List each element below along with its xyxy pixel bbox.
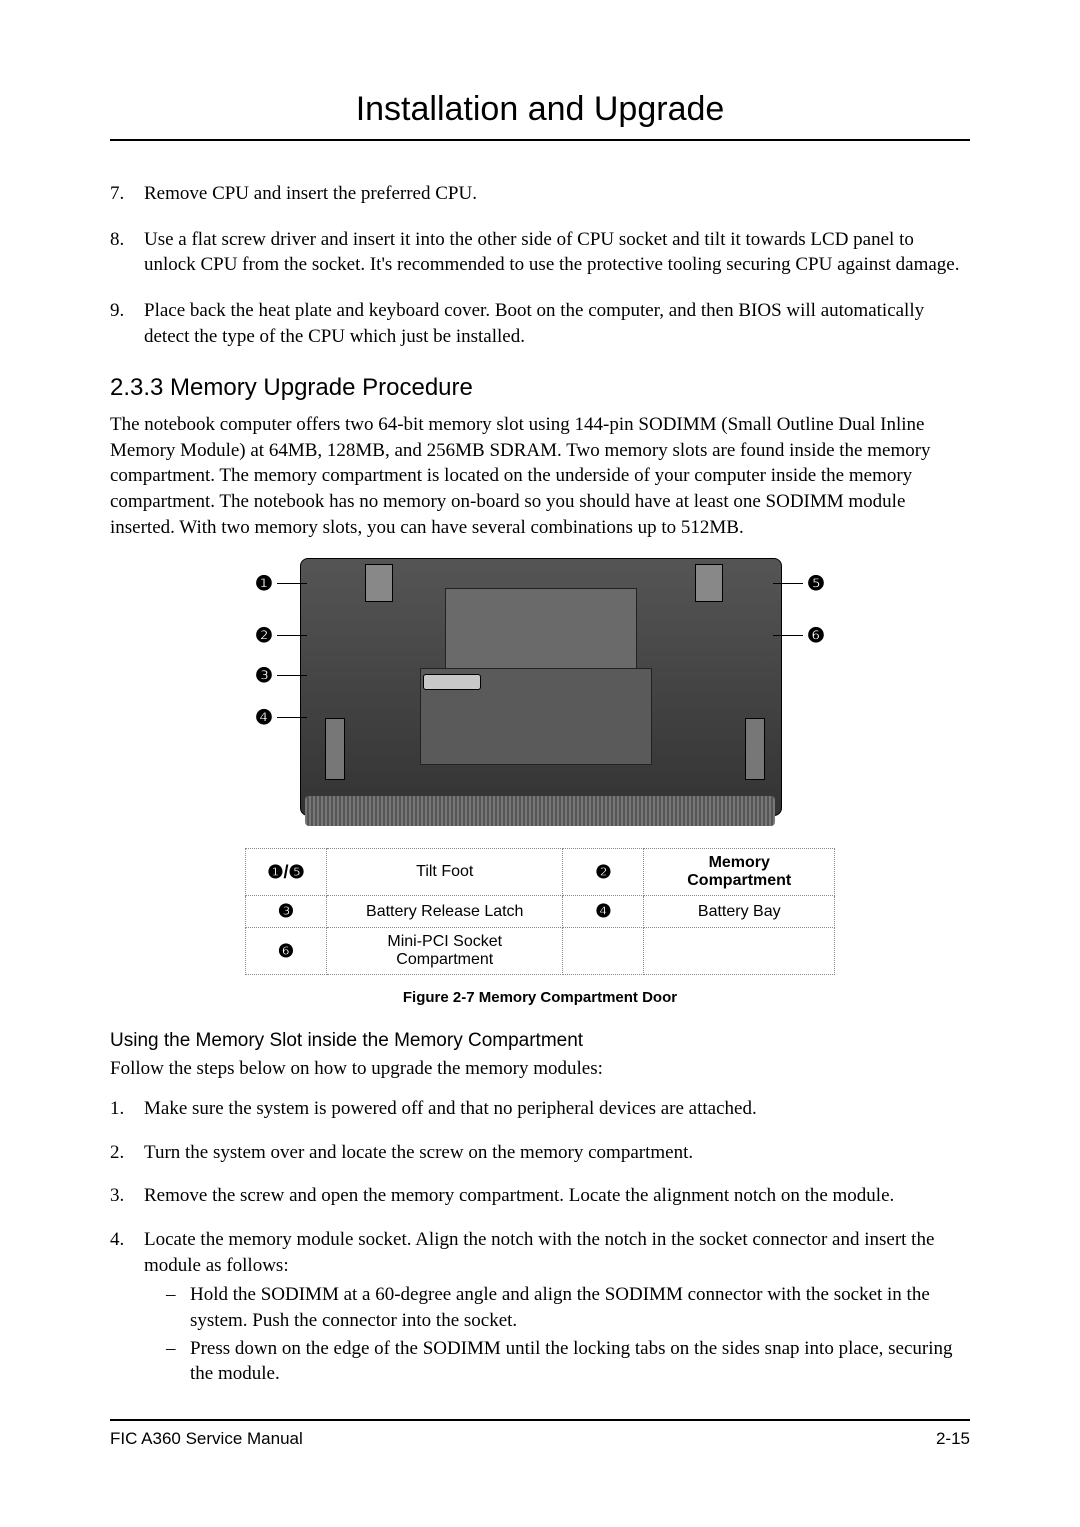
legend-num: ❶/❺: [246, 849, 327, 896]
battery-release-latch: [423, 674, 481, 690]
legend-num: [563, 928, 644, 975]
memory-compartment-cover: [445, 588, 637, 670]
list-item: 1. Make sure the system is powered off a…: [110, 1096, 970, 1122]
sub-intro: Follow the steps below on how to upgrade…: [110, 1056, 970, 1082]
item-text: Locate the memory module socket. Align t…: [144, 1227, 970, 1278]
table-row: ❶/❺ Tilt Foot ❷ Memory Compartment: [246, 849, 835, 896]
list-item: 7. Remove CPU and insert the preferred C…: [110, 181, 970, 207]
sub-list-item: – Press down on the edge of the SODIMM u…: [166, 1336, 970, 1387]
page-title: Installation and Upgrade: [110, 90, 970, 129]
sub-heading: Using the Memory Slot inside the Memory …: [110, 1030, 970, 1052]
header-rule: [110, 139, 970, 141]
table-row: ❸ Battery Release Latch ❹ Battery Bay: [246, 896, 835, 928]
ordered-list: 1. Make sure the system is powered off a…: [110, 1096, 970, 1389]
item-number: 4.: [110, 1227, 144, 1278]
dash-bullet: –: [166, 1282, 190, 1333]
figure-caption: Figure 2-7 Memory Compartment Door: [110, 989, 970, 1006]
dash-bullet: –: [166, 1336, 190, 1387]
callout-5: ❺: [803, 570, 829, 596]
legend-label: [644, 928, 835, 975]
legend-label: Battery Release Latch: [327, 896, 563, 928]
callout-4: ❹: [251, 704, 277, 730]
footer-right: 2-15: [936, 1429, 970, 1449]
item-number: 8.: [110, 227, 144, 278]
laptop-underside-diagram: ❶ ❷ ❸ ❹ ❺ ❻: [245, 558, 835, 838]
item-number: 7.: [110, 181, 144, 207]
tilt-foot-right: [695, 564, 723, 602]
sub-list: – Hold the SODIMM at a 60-degree angle a…: [110, 1282, 970, 1389]
list-item: 9. Place back the heat plate and keyboar…: [110, 298, 970, 349]
page-footer: FIC A360 Service Manual 2-15: [110, 1429, 970, 1449]
item-text: Remove the screw and open the memory com…: [144, 1183, 894, 1209]
item-number: 1.: [110, 1096, 144, 1122]
item-text: Use a flat screw driver and insert it in…: [144, 227, 970, 278]
front-edge-strip: [305, 796, 775, 826]
legend-label: Mini-PCI Socket Compartment: [327, 928, 563, 975]
callout-3: ❸: [251, 662, 277, 688]
list-item: 4. Locate the memory module socket. Alig…: [110, 1227, 970, 1389]
footer-rule: [110, 1419, 970, 1421]
side-slot-left: [325, 718, 345, 780]
item-text: Turn the system over and locate the scre…: [144, 1140, 693, 1166]
item-text: Place back the heat plate and keyboard c…: [144, 298, 970, 349]
item-number: 9.: [110, 298, 144, 349]
item-number: 3.: [110, 1183, 144, 1209]
list-item: 2. Turn the system over and locate the s…: [110, 1140, 970, 1166]
item-text: Make sure the system is powered off and …: [144, 1096, 757, 1122]
item-text: Remove CPU and insert the preferred CPU.: [144, 181, 477, 207]
item-number: 2.: [110, 1140, 144, 1166]
section-paragraph: The notebook computer offers two 64-bit …: [110, 412, 970, 540]
legend-label: Battery Bay: [644, 896, 835, 928]
sub-item-text: Hold the SODIMM at a 60-degree angle and…: [190, 1282, 970, 1333]
footer-left: FIC A360 Service Manual: [110, 1429, 303, 1449]
legend-num: ❹: [563, 896, 644, 928]
callout-6: ❻: [803, 622, 829, 648]
callout-legend-table: ❶/❺ Tilt Foot ❷ Memory Compartment ❸ Bat…: [245, 848, 835, 975]
section-heading: 2.3.3 Memory Upgrade Procedure: [110, 374, 970, 402]
tilt-foot-left: [365, 564, 393, 602]
legend-label: Tilt Foot: [327, 849, 563, 896]
callout-1: ❶: [251, 570, 277, 596]
legend-label: Memory Compartment: [644, 849, 835, 896]
legend-num: ❷: [563, 849, 644, 896]
table-row: ❻ Mini-PCI Socket Compartment: [246, 928, 835, 975]
legend-num: ❻: [246, 928, 327, 975]
sub-item-text: Press down on the edge of the SODIMM unt…: [190, 1336, 970, 1387]
callout-2: ❷: [251, 622, 277, 648]
list-item: 8. Use a flat screw driver and insert it…: [110, 227, 970, 278]
legend-num: ❸: [246, 896, 327, 928]
diagram-figure: ❶ ❷ ❸ ❹ ❺ ❻ ❶/❺ Tilt Foot ❷ Memory Compa…: [245, 558, 835, 975]
sub-list-item: – Hold the SODIMM at a 60-degree angle a…: [166, 1282, 970, 1333]
side-slot-right: [745, 718, 765, 780]
continued-ordered-list: 7. Remove CPU and insert the preferred C…: [110, 181, 970, 349]
list-item: 3. Remove the screw and open the memory …: [110, 1183, 970, 1209]
